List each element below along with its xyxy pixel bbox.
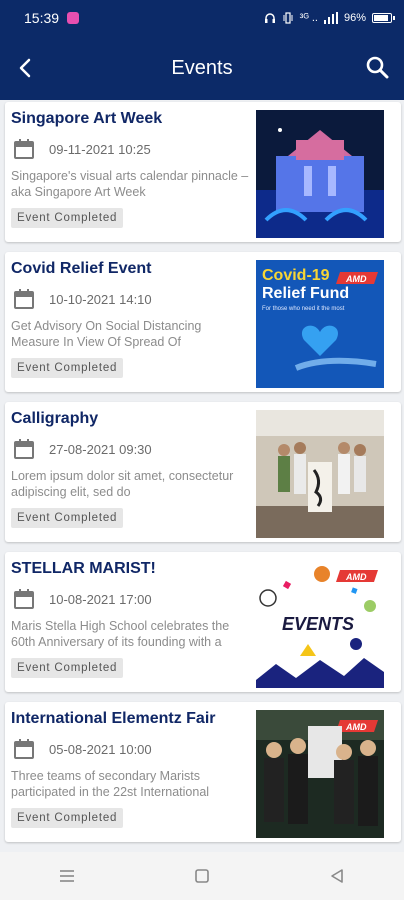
signal-icon (323, 12, 338, 24)
event-title: International Elementz Fair (11, 710, 216, 727)
event-image: AMD (256, 710, 384, 838)
event-date: 09-11-2021 10:25 (49, 142, 151, 157)
events-list: Singapore Art Week 09-11-2021 10:25 Sing… (5, 102, 401, 852)
event-card[interactable]: International Elementz Fair 05-08-2021 1… (5, 702, 401, 842)
event-date: 27-08-2021 09:30 (49, 442, 152, 457)
event-card[interactable]: STELLAR MARIST! 10-08-2021 17:00 Maris S… (5, 552, 401, 692)
status-bar: 15:39 ³ᴳ .. 96% (0, 0, 404, 36)
calendar-icon (14, 739, 34, 759)
app-header: Events (0, 36, 404, 100)
event-image (256, 110, 384, 238)
event-date: 05-08-2021 10:00 (49, 742, 152, 757)
event-title: STELLAR MARIST! (11, 560, 156, 577)
battery-percent: 96% (343, 12, 366, 24)
back-triangle-icon[interactable] (326, 865, 348, 887)
event-title: Singapore Art Week (11, 110, 163, 127)
calendar-icon (14, 439, 34, 459)
network-type: ³ᴳ .. (299, 12, 318, 24)
event-date: 10-10-2021 14:10 (49, 292, 152, 307)
menu-icon[interactable] (56, 865, 78, 887)
status-time: 15:39 (24, 10, 60, 26)
event-description: Singapore's visual arts calendar pinnacl… (11, 169, 249, 199)
svg-text:Relief Fund: Relief Fund (262, 285, 349, 302)
vibrate-icon (283, 12, 293, 24)
battery-icon (372, 13, 395, 23)
svg-text:For those who need it the most: For those who need it the most (262, 306, 345, 312)
event-description: Lorem ipsum dolor sit amet, consectetur … (11, 469, 234, 499)
home-square-icon[interactable] (191, 865, 213, 887)
event-card[interactable]: Singapore Art Week 09-11-2021 10:25 Sing… (5, 102, 401, 242)
system-nav-bar (0, 852, 404, 900)
event-date: 10-08-2021 17:00 (49, 592, 152, 607)
event-image: AMD EVENTS (256, 560, 384, 688)
headset-icon (264, 13, 275, 23)
event-title: Covid Relief Event (11, 260, 152, 277)
svg-text:Covid-19: Covid-19 (262, 267, 330, 284)
svg-text:AMD: AMD (345, 572, 367, 582)
back-arrow-icon[interactable] (14, 56, 38, 80)
event-title: Calligraphy (11, 410, 99, 427)
calendar-icon (14, 589, 34, 609)
app-notification-icon (67, 12, 80, 24)
status-badge: Event Completed (11, 358, 124, 378)
event-card[interactable]: Calligraphy 27-08-2021 09:30 Lorem ipsum… (5, 402, 401, 542)
event-description: Three teams of secondary Marists partici… (11, 769, 210, 799)
calendar-icon (14, 289, 34, 309)
status-badge: Event Completed (11, 208, 124, 228)
svg-text:AMD: AMD (345, 274, 367, 284)
status-badge: Event Completed (11, 508, 124, 528)
event-description: Get Advisory On Social Distancing Measur… (11, 319, 202, 349)
status-badge: Event Completed (11, 658, 124, 678)
svg-text:AMD: AMD (345, 722, 367, 732)
search-icon[interactable] (364, 54, 390, 80)
event-image: Covid-19 Relief Fund For those who need … (256, 260, 384, 388)
svg-text:EVENTS: EVENTS (282, 614, 354, 634)
event-image (256, 410, 384, 538)
event-card[interactable]: Covid Relief Event 10-10-2021 14:10 Get … (5, 252, 401, 392)
status-badge: Event Completed (11, 808, 124, 828)
calendar-icon (14, 139, 34, 159)
page-title: Events (171, 56, 233, 79)
event-description: Maris Stella High School celebrates the … (11, 619, 230, 649)
